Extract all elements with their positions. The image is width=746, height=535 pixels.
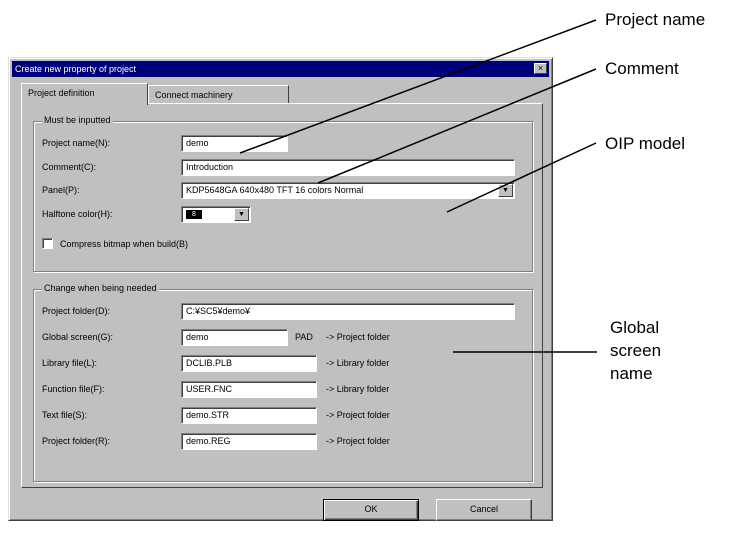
callout-global-line1: Global — [610, 318, 660, 337]
callout-oip-model: OIP model — [605, 134, 686, 153]
project-name-leader — [239, 19, 597, 154]
tab-project-definition[interactable]: Project definition — [21, 83, 148, 105]
callout-project-name: Project name — [605, 10, 706, 29]
callout-global-line2: screen — [610, 341, 662, 360]
callout-lines — [239, 19, 597, 353]
callout-comment: Comment — [605, 59, 679, 78]
callout-global-line3: name — [610, 364, 653, 383]
comment-leader — [317, 68, 597, 184]
oip-model-leader — [446, 142, 597, 213]
